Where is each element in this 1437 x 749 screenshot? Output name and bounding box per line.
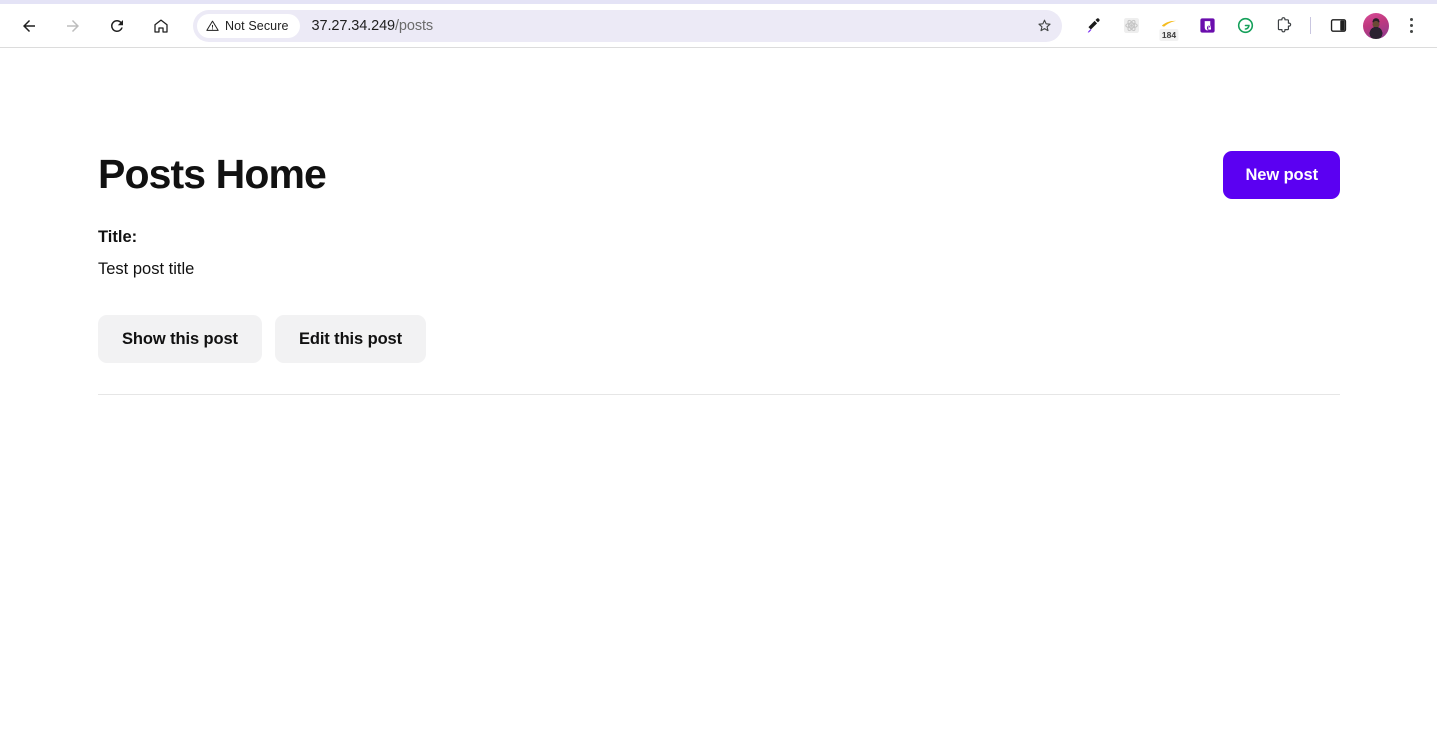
home-button[interactable] bbox=[146, 11, 176, 41]
page-title: Posts Home bbox=[98, 151, 327, 198]
site-security-chip[interactable]: Not Secure bbox=[197, 13, 300, 38]
post-title-value: Test post title bbox=[98, 259, 195, 278]
forward-button[interactable] bbox=[58, 11, 88, 41]
react-devtools-icon bbox=[1123, 17, 1139, 34]
address-bar[interactable]: Not Secure 37.27.34.249/posts bbox=[193, 9, 1062, 42]
eyedropper-pen-icon bbox=[1087, 18, 1100, 33]
toolbar-divider bbox=[1310, 17, 1311, 34]
reload-button[interactable] bbox=[102, 11, 132, 41]
browser-toolbar: Not Secure 37.27.34.249/posts 184 bbox=[0, 4, 1437, 47]
password-manager-button[interactable] bbox=[1193, 12, 1221, 40]
page-viewport: Posts Home New post Title: Test post tit… bbox=[0, 48, 1437, 748]
url-host: 37.27.34.249 bbox=[311, 17, 396, 34]
warning-triangle-icon bbox=[206, 20, 219, 31]
arrow-right-icon bbox=[67, 19, 79, 32]
page-container: Posts Home New post Title: Test post tit… bbox=[0, 48, 1437, 396]
puzzle-piece-icon bbox=[1277, 17, 1291, 33]
back-button[interactable] bbox=[14, 11, 44, 41]
side-panel-button[interactable] bbox=[1324, 12, 1352, 40]
avatar[interactable] bbox=[1363, 12, 1389, 39]
grammarly-button[interactable] bbox=[1231, 12, 1259, 40]
browser-chrome: Not Secure 37.27.34.249/posts 184 bbox=[0, 0, 1437, 48]
grammarly-icon bbox=[1237, 17, 1253, 34]
react-devtools-button[interactable] bbox=[1117, 12, 1145, 40]
swoosh-extension-button[interactable]: 184 bbox=[1155, 12, 1183, 41]
security-status-label: Not Secure bbox=[225, 18, 289, 33]
new-post-button[interactable]: New post bbox=[1223, 151, 1340, 199]
menu-dot bbox=[1409, 18, 1413, 21]
show-this-post-button[interactable]: Show this post bbox=[98, 315, 262, 364]
password-manager-icon bbox=[1199, 18, 1215, 33]
extension-badge-count: 184 bbox=[1159, 29, 1179, 41]
page-header: Posts Home New post bbox=[98, 145, 1340, 205]
post-title-label: Title: bbox=[98, 228, 138, 246]
eyedropper-pen-button[interactable] bbox=[1079, 12, 1107, 40]
menu-dot bbox=[1409, 24, 1413, 27]
star-icon bbox=[1037, 19, 1051, 32]
side-panel-icon bbox=[1330, 19, 1346, 32]
edit-this-post-button[interactable]: Edit this post bbox=[274, 315, 427, 364]
home-icon bbox=[154, 19, 168, 33]
reload-icon bbox=[110, 19, 123, 32]
post-actions: Show this post Edit this post bbox=[98, 315, 1340, 364]
extensions-toolbar: 184 bbox=[1064, 12, 1429, 41]
post-list-item: Title: Test post title Show this post Ed… bbox=[98, 225, 1340, 364]
chrome-menu-button[interactable] bbox=[1397, 12, 1425, 40]
post-divider bbox=[98, 394, 1340, 396]
bookmark-button[interactable] bbox=[1030, 12, 1058, 40]
url-display[interactable]: 37.27.34.249/posts bbox=[312, 18, 434, 34]
arrow-left-icon bbox=[23, 19, 35, 32]
url-path: /posts bbox=[395, 17, 434, 34]
menu-dot bbox=[1409, 30, 1413, 33]
extensions-puzzle-button[interactable] bbox=[1269, 12, 1297, 40]
